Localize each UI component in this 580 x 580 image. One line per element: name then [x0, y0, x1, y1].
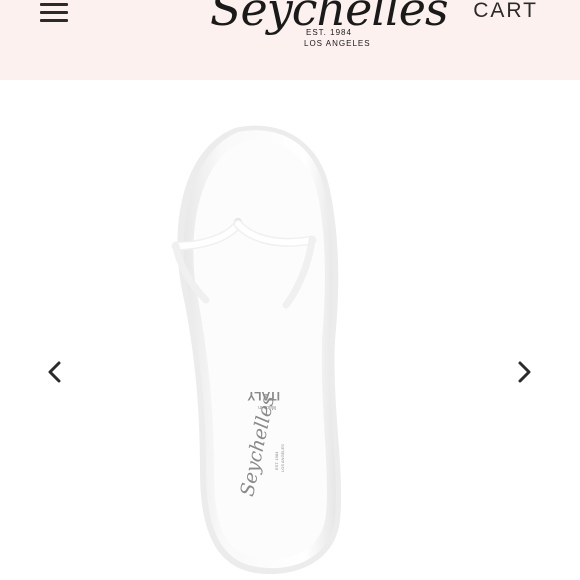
logo-city-text: LOS ANGELES [304, 39, 371, 48]
brand-logo[interactable]: Seychelles EST. 1984 LOS ANGELES [204, 0, 449, 62]
insole-city-text: LOS ANGELES [280, 444, 285, 472]
cart-link[interactable]: CART [473, 0, 538, 23]
chevron-left-icon [48, 361, 61, 383]
product-image-gallery: Made in ITALY Seychelles EST. 1984 LOS A… [0, 80, 580, 580]
product-image-sandal: Made in ITALY Seychelles EST. 1984 LOS A… [171, 125, 342, 575]
gallery-prev-button[interactable] [40, 357, 70, 387]
gallery-next-button[interactable] [509, 357, 539, 387]
insole-est-text: EST. 1984 [274, 451, 279, 470]
site-header: Seychelles EST. 1984 LOS ANGELES CART [0, 0, 580, 80]
hamburger-menu-icon[interactable] [36, 0, 76, 28]
chevron-right-icon [518, 361, 531, 383]
logo-est-text: EST. 1984 [306, 28, 352, 37]
